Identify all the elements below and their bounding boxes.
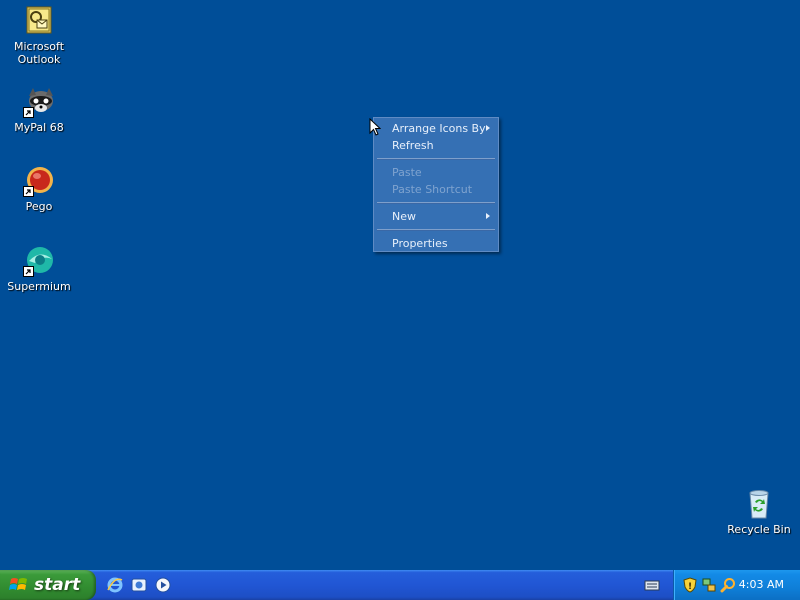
desktop-icon-label: Pego [25, 200, 53, 213]
pego-icon [23, 165, 55, 197]
menu-separator [377, 202, 495, 204]
mouse-cursor-icon [369, 117, 382, 136]
menu-separator [377, 229, 495, 231]
menu-separator [377, 158, 495, 160]
desktop-icon-supermium[interactable]: Supermium [1, 245, 77, 293]
media-player-icon[interactable] [154, 576, 172, 594]
clock[interactable]: 4:03 AM [739, 570, 784, 600]
mypal-icon [23, 86, 55, 118]
menu-item-paste: Paste [392, 166, 422, 179]
network-icon[interactable] [701, 577, 717, 593]
quick-launch-bar [106, 576, 172, 594]
search-icon[interactable] [720, 577, 736, 593]
shortcut-arrow-icon [23, 186, 34, 197]
desktop-icon-outlook[interactable]: Microsoft Outlook [1, 5, 77, 66]
desktop-context-menu: Arrange Icons By Refresh Paste Paste Sho… [373, 117, 499, 252]
start-label: start [34, 575, 81, 595]
supermium-icon [23, 245, 55, 277]
menu-item-refresh[interactable]: Refresh [376, 137, 496, 154]
desktop-icon-label: MyPal 68 [14, 121, 64, 134]
submenu-arrow-icon [486, 125, 490, 131]
desktop-icon-mypal[interactable]: MyPal 68 [1, 86, 77, 134]
desktop-icon-label: Recycle Bin [727, 523, 791, 536]
desktop-icon-pego[interactable]: Pego [1, 165, 77, 213]
security-shield-icon[interactable]: ! [682, 577, 698, 593]
shortcut-arrow-icon [23, 107, 34, 118]
shortcut-arrow-icon [23, 266, 34, 277]
desktop-icon-label: Supermium [7, 280, 71, 293]
menu-item-paste-shortcut: Paste Shortcut [392, 183, 473, 196]
start-button[interactable]: start [0, 570, 96, 600]
desktop[interactable]: Microsoft Outlook MyPal 68 Pego Supermiu… [0, 0, 800, 570]
desktop-icon-recycle-bin[interactable]: Recycle Bin [721, 488, 797, 536]
menu-item-properties[interactable]: Properties [376, 235, 496, 252]
system-tray: ! 4:03 AM [673, 570, 800, 600]
recycle-bin-icon [743, 488, 775, 520]
desktop-icon-label: Microsoft Outlook [13, 40, 65, 66]
show-desktop-icon[interactable] [130, 576, 148, 594]
submenu-arrow-icon [486, 213, 490, 219]
windows-logo-icon [9, 575, 29, 595]
svg-text:!: ! [688, 582, 692, 592]
menu-item-arrange-icons-by[interactable]: Arrange Icons By [376, 120, 496, 137]
taskbar: start ! 4:03 AM [0, 570, 800, 600]
menu-item-new[interactable]: New [376, 208, 496, 225]
keyboard-icon[interactable] [644, 578, 660, 592]
outlook-icon [23, 5, 55, 37]
internet-explorer-icon[interactable] [106, 576, 124, 594]
